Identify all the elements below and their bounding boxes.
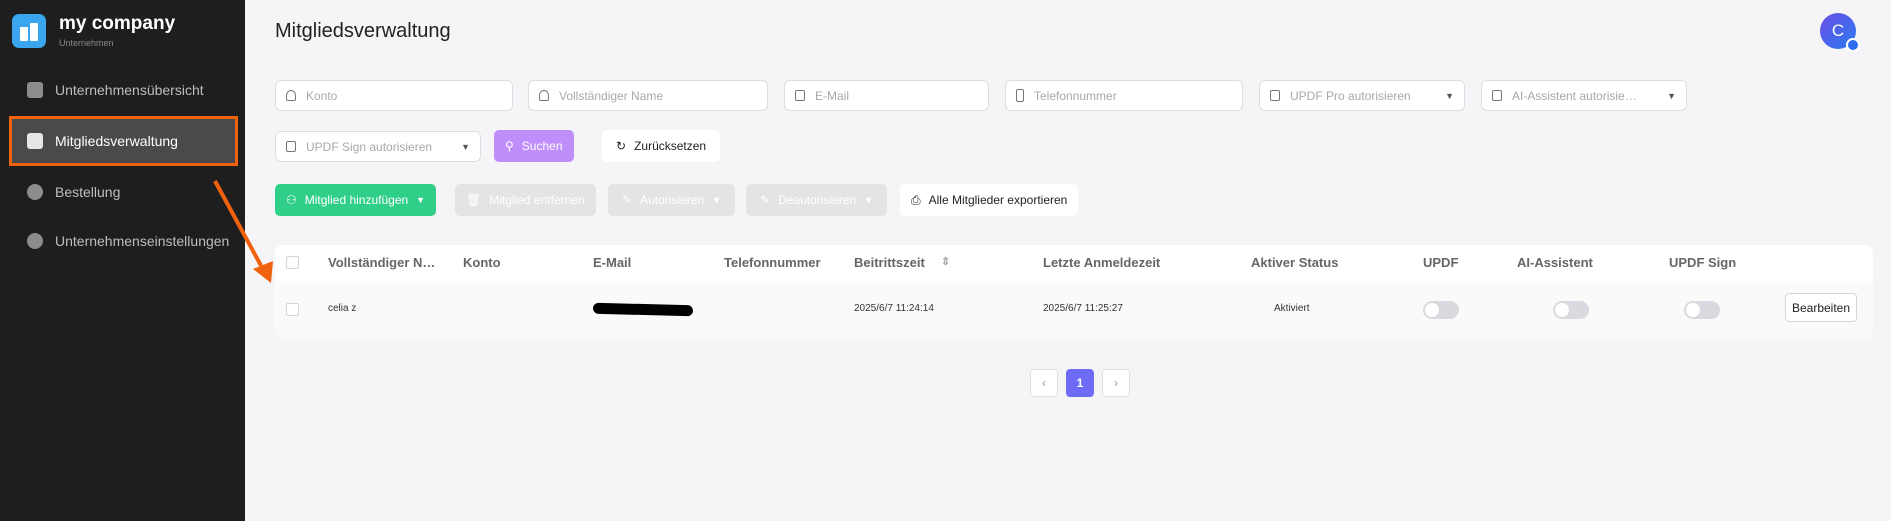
col-konto: Konto (463, 255, 501, 270)
edit-button[interactable]: Bearbeiten (1785, 293, 1857, 322)
mail-icon (795, 90, 805, 101)
authorize-button[interactable]: ✎ Autorisieren ▼ (608, 184, 736, 216)
export-label: Alle Mitglieder exportieren (928, 193, 1068, 207)
export-file-icon: ⎙ (911, 192, 921, 207)
sidebar-item-label: Unternehmenseinstellungen (55, 233, 230, 249)
redacted-email (592, 302, 694, 317)
col-ai: AI-Assistent (1517, 255, 1593, 270)
sidebar-item-members[interactable]: Mitgliedsverwaltung (9, 116, 238, 166)
caret-down-icon: ▼ (712, 195, 722, 205)
company-name: my company (59, 13, 176, 34)
calendar-check-icon (1492, 90, 1502, 101)
page-title: Mitgliedsverwaltung (275, 20, 451, 42)
search-icon: ⚲ (505, 139, 514, 153)
caret-down-icon: ▼ (1445, 90, 1454, 101)
cell-joined: 2025/6/7 11:24:14 (854, 303, 934, 314)
add-label: Mitglied hinzufügen (304, 193, 409, 207)
sidebar-item-order[interactable]: Bestellung (12, 170, 235, 214)
user-icon (286, 90, 296, 101)
overview-icon (27, 82, 43, 98)
annotation-arrow-icon (213, 180, 273, 283)
name-input[interactable]: Vollständiger Name (528, 80, 768, 111)
sign-toggle[interactable] (1684, 301, 1720, 319)
pen-icon: ✎ (760, 193, 771, 207)
col-updf: UPDF (1423, 255, 1459, 270)
sidebar-item-label: Bestellung (55, 184, 121, 200)
email-input[interactable]: E-Mail (784, 80, 989, 111)
col-status: Aktiver Status (1251, 255, 1339, 270)
reset-button[interactable]: ↻ Zurücksetzen (602, 130, 721, 162)
placeholder: Telefonnummer (1034, 88, 1117, 103)
prev-page-button[interactable]: ‹ (1030, 369, 1058, 397)
add-user-icon: ⚇ (286, 193, 297, 207)
row-checkbox[interactable] (286, 303, 299, 316)
sort-icon[interactable]: ⇕ (941, 255, 950, 268)
export-all-button[interactable]: ⎙ Alle Mitglieder exportieren (900, 184, 1079, 216)
placeholder: UPDF Sign autorisieren (306, 139, 433, 154)
company-logo-icon (12, 14, 46, 48)
select-all-checkbox[interactable] (286, 256, 299, 269)
updf-sign-select[interactable]: UPDF Sign autorisieren ▼ (275, 131, 481, 162)
ai-toggle[interactable] (1553, 301, 1589, 319)
deauthorize-label: Deautorisieren (778, 193, 857, 207)
authorize-label: Autorisieren (640, 193, 705, 207)
caret-down-icon: ▼ (416, 195, 426, 205)
search-label: Suchen (521, 139, 563, 153)
placeholder: AI-Assistent autorisie… (1512, 88, 1637, 103)
table-header: Vollständiger N… Konto E-Mail Telefonnum… (275, 245, 1873, 281)
members-icon (27, 133, 43, 149)
caret-down-icon: ▼ (461, 141, 470, 152)
reset-label: Zurücksetzen (634, 139, 707, 153)
sidebar-item-overview[interactable]: Unternehmensübersicht (12, 68, 235, 112)
ai-assistant-select[interactable]: AI-Assistent autorisie… ▼ (1481, 80, 1687, 111)
phone-icon (1016, 89, 1024, 102)
add-member-button[interactable]: ⚇ Mitglied hinzufügen ▼ (275, 184, 437, 216)
col-email: E-Mail (593, 255, 632, 270)
placeholder: Vollständiger Name (559, 88, 664, 103)
sidebar-item-settings[interactable]: Unternehmenseinstellungen (12, 219, 235, 263)
remove-member-button[interactable]: 🗑 Mitglied entfernen (455, 184, 596, 216)
page-1-button[interactable]: 1 (1066, 369, 1094, 397)
trash-icon: 🗑 (466, 193, 482, 207)
pen-icon: ✎ (622, 193, 633, 207)
table-row: celia z 2025/6/7 11:24:14 2025/6/7 11:25… (275, 281, 1873, 339)
placeholder: UPDF Pro autorisieren (1290, 88, 1411, 103)
gear-icon (27, 233, 43, 249)
members-table: Vollständiger N… Konto E-Mail Telefonnum… (275, 245, 1873, 339)
phone-input[interactable]: Telefonnummer (1005, 80, 1243, 111)
col-sign: UPDF Sign (1669, 255, 1737, 270)
company-badge-icon (1846, 38, 1860, 52)
cell-last-login: 2025/6/7 11:25:27 (1043, 303, 1123, 314)
calendar-check-icon (1270, 90, 1280, 101)
updf-toggle[interactable] (1423, 301, 1459, 319)
sidebar-item-label: Mitgliedsverwaltung (55, 133, 178, 149)
sidebar-item-label: Unternehmensübersicht (55, 82, 204, 98)
updf-pro-select[interactable]: UPDF Pro autorisieren ▼ (1259, 80, 1465, 111)
konto-input[interactable]: Konto (275, 80, 513, 111)
calendar-check-icon (286, 141, 296, 152)
refresh-icon: ↻ (616, 139, 627, 153)
company-type: Unternehmen (59, 38, 114, 48)
user-icon (539, 90, 549, 101)
col-name: Vollständiger N… (328, 255, 436, 270)
col-joined[interactable]: Beitrittszeit (854, 255, 925, 270)
search-button[interactable]: ⚲ Suchen (494, 130, 574, 162)
caret-down-icon: ▼ (1667, 90, 1676, 101)
placeholder: Konto (306, 88, 338, 103)
caret-down-icon: ▼ (864, 195, 874, 205)
col-phone: Telefonnummer (724, 255, 821, 270)
placeholder: E-Mail (815, 88, 850, 103)
cell-status: Aktiviert (1274, 303, 1310, 314)
cell-name: celia z (328, 303, 357, 314)
next-page-button[interactable]: › (1102, 369, 1130, 397)
col-last-login: Letzte Anmeldezeit (1043, 255, 1161, 270)
remove-label: Mitglied entfernen (489, 193, 585, 207)
order-icon (27, 184, 43, 200)
deauthorize-button[interactable]: ✎ Deautorisieren ▼ (746, 184, 888, 216)
